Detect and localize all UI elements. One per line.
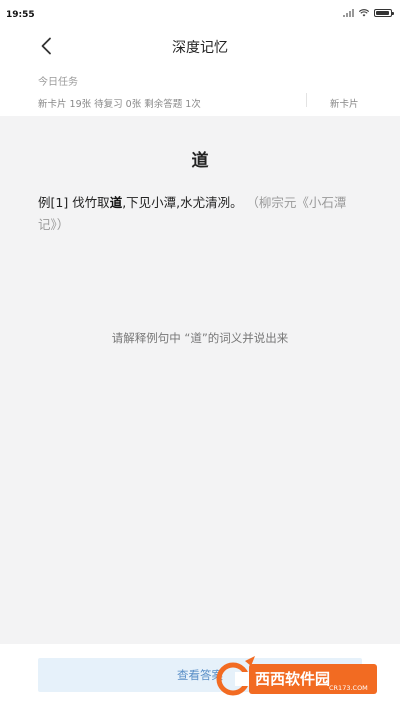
card-prompt: 请解释例句中 “道”的词义并说出来 [111,331,289,345]
signal-icon [343,9,354,17]
example-keyword: 道 [109,195,123,210]
task-divider [306,93,307,107]
watermark-logo: 西西软件园 CR173.COM [216,656,377,696]
example-prefix: 例[1] 伐竹取 [38,195,110,210]
status-icons [343,9,394,17]
page-title: 深度记忆 [172,40,228,56]
flashcard: 道 例[1] 伐竹取道,下见小潭,水尤清冽。 （柳宗元《小石潭记》） 请解释例句中… [0,116,400,644]
watermark-domain: CR173.COM [329,684,368,692]
nav-header: 深度记忆 [0,30,400,64]
example-suffix: ,下见小潭,水尤清冽。 [122,195,243,210]
watermark-brand: 西西软件园 [255,670,330,688]
battery-icon [374,9,394,17]
status-bar: 19:55 [0,0,400,30]
example-sentence: 例[1] 伐竹取道,下见小潭,水尤清冽。 （柳宗元《小石潭记》） [38,192,364,236]
today-task-label: 今日任务 [38,77,78,88]
today-task-stats: 新卡片 19张 待复习 0张 剩余答题 1次 [38,99,201,110]
status-time: 19:55 [6,10,35,20]
tab-new-cards[interactable]: 新卡片 [330,96,359,110]
wifi-icon [359,9,369,17]
card-word: 道 [191,151,209,171]
